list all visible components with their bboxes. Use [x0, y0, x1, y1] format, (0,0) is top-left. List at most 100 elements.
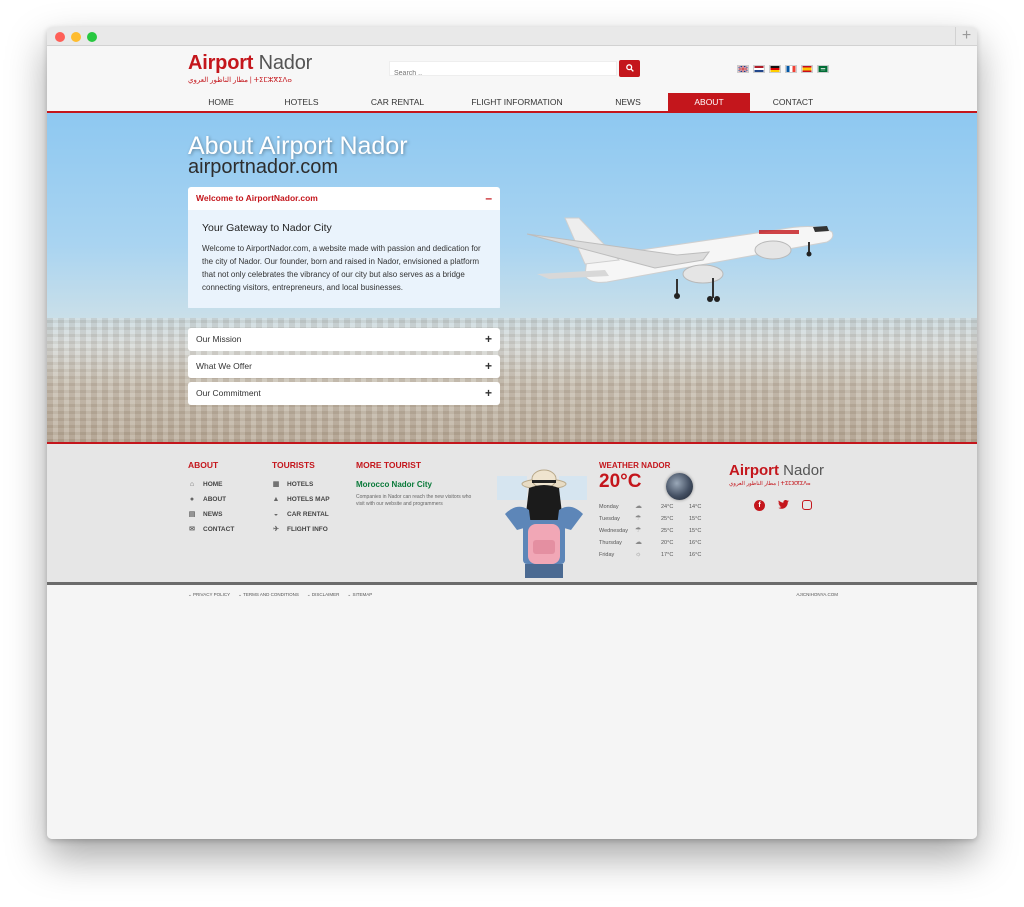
legal-link-label: DISCLAIMER — [311, 592, 340, 597]
accordion-what-we-offer[interactable]: What We Offer + — [188, 355, 500, 378]
newspaper-icon: ▤ — [188, 511, 196, 518]
footer-link-news[interactable]: ▤ NEWS — [188, 510, 234, 525]
nav-item-home[interactable]: HOME — [188, 93, 254, 111]
footer-tourists-column: TOURISTS ▦ HOTELS ▲ HOTELS MAP ◒ CAR RENTAL… — [272, 460, 330, 540]
flag-sa-icon[interactable] — [817, 65, 829, 73]
footer-link-hotels[interactable]: ▦ HOTELS — [272, 480, 330, 495]
nav-item-flight-information[interactable]: FLIGHT INFORMATION — [446, 93, 588, 111]
footer-link-home[interactable]: ⌂ HOME — [188, 480, 234, 495]
footer-link-flight-info[interactable]: ✈ FLIGHT INFO — [272, 525, 330, 540]
footer-link-hotels-map[interactable]: ▲ HOTELS MAP — [272, 495, 330, 510]
flag-de-icon[interactable] — [769, 65, 781, 73]
flag-uk-icon[interactable] — [737, 65, 749, 73]
weather-title: WEATHER NADOR — [599, 461, 671, 470]
nav-item-hotels[interactable]: HOTELS — [254, 93, 349, 111]
privacy-policy-link[interactable]: ⌄ PRIVACY POLICY — [188, 592, 230, 598]
map-icon: ▲ — [272, 496, 280, 503]
forecast-high: 20°C — [661, 540, 674, 546]
nav-item-news[interactable]: NEWS — [588, 93, 668, 111]
flag-fr-icon[interactable] — [785, 65, 797, 73]
forecast-high: 17°C — [661, 552, 674, 558]
close-window-button[interactable] — [55, 32, 65, 42]
city-background — [47, 318, 977, 442]
hero-section: About Airport Nador airportnador.com Wel… — [47, 113, 977, 442]
forecast-day: Wednesday — [599, 528, 628, 534]
legal-bar: ⌄ PRIVACY POLICY ⌄ TERMS AND CONDITIONS … — [188, 592, 838, 602]
accordion-body-welcome: Your Gateway to Nador City Welcome to Ai… — [188, 210, 500, 308]
browser-window: + Airport Nador مطار الناظور العروي | ⵜⵉ… — [47, 27, 977, 839]
forecast-day: Tuesday — [599, 516, 620, 522]
accordion-header-welcome[interactable]: Welcome to AirportNador.com – — [188, 187, 500, 210]
nav-item-about[interactable]: ABOUT — [668, 93, 750, 111]
car-icon: ◒ — [273, 511, 279, 518]
forecast-high: 25°C — [661, 528, 674, 534]
accordion-welcome: Welcome to AirportNador.com – Your Gatew… — [188, 187, 500, 308]
weather-globe-icon — [666, 473, 693, 500]
footer-link-contact[interactable]: ✉ CONTACT — [188, 525, 234, 540]
accordion-label: Our Mission — [196, 334, 242, 344]
footer-logo[interactable]: Airport Nador مطار الناظور العروي | ⵜⵉⵎⵣ… — [729, 462, 824, 487]
forecast-row: Friday ☼ 17°C 16°C — [599, 549, 709, 561]
cloud-icon: ☁ — [635, 539, 642, 546]
footer-link-label: HOTELS MAP — [287, 496, 330, 503]
flag-nl-icon[interactable] — [753, 65, 765, 73]
footer-link-about[interactable]: ● ABOUT — [188, 495, 234, 510]
plane-icon: ✈ — [273, 526, 279, 533]
accordion-label: Our Commitment — [196, 388, 261, 398]
home-icon: ⌂ — [189, 481, 195, 488]
search-button[interactable] — [619, 60, 640, 77]
forecast-high: 24°C — [661, 504, 674, 510]
page: Airport Nador مطار الناظور العروي | ⵜⵉⵎⵣ… — [47, 46, 977, 839]
instagram-icon[interactable] — [802, 500, 812, 510]
accordion-label: Welcome to AirportNador.com — [196, 193, 318, 203]
disclaimer-link[interactable]: ⌄ DISCLAIMER — [307, 592, 340, 598]
legal-link-label: SITEMAP — [352, 592, 373, 597]
envelope-icon: ✉ — [189, 526, 195, 533]
facebook-icon[interactable]: f — [754, 500, 765, 511]
footer-tourists-title: TOURISTS — [272, 460, 315, 470]
footer-bottom-divider — [47, 582, 977, 585]
forecast-low: 16°C — [689, 540, 702, 546]
forecast-row: Monday ☁ 24°C 14°C — [599, 501, 709, 513]
flag-es-icon[interactable] — [801, 65, 813, 73]
footer-more-subtitle[interactable]: Morocco Nador City — [356, 480, 481, 489]
search-input[interactable] — [390, 67, 616, 80]
sitemap-link[interactable]: ⌄ SITEMAP — [347, 592, 372, 598]
footer-link-label: HOME — [203, 481, 223, 488]
sun-icon: ☼ — [635, 551, 642, 558]
weather-widget: WEATHER NADOR 20°C Monday ☁ 24°C 14°C Tuesd… — [599, 461, 709, 561]
forecast-high: 25°C — [661, 516, 674, 522]
plus-icon: + — [484, 359, 492, 373]
nav-item-car-rental[interactable]: CAR RENTAL — [349, 93, 446, 111]
maximize-window-button[interactable] — [87, 32, 97, 42]
copyright-text[interactable]: AJICNIHONYA.COM — [796, 592, 838, 597]
twitter-icon[interactable] — [778, 499, 789, 511]
footer-link-car-rental[interactable]: ◒ CAR RENTAL — [272, 510, 330, 525]
new-tab-button[interactable]: + — [955, 27, 977, 46]
airplane-image — [527, 217, 834, 302]
accordion-our-commitment[interactable]: Our Commitment + — [188, 382, 500, 405]
footer-more-title: MORE TOURIST — [356, 460, 422, 470]
minus-icon: – — [485, 191, 492, 205]
accordion-our-mission[interactable]: Our Mission + — [188, 328, 500, 351]
footer-link-label: FLIGHT INFO — [287, 526, 328, 533]
logo-text-accent: Nador — [258, 52, 313, 74]
footer-link-label: HOTELS — [287, 481, 314, 488]
footer-link-label: NEWS — [203, 511, 223, 518]
search-icon — [625, 64, 634, 72]
forecast-low: 16°C — [689, 552, 702, 558]
footer-about-title: ABOUT — [188, 460, 219, 470]
footer-logo-accent: Nador — [783, 462, 825, 479]
language-flags — [737, 65, 829, 73]
nav-item-contact[interactable]: CONTACT — [750, 93, 836, 111]
main-nav: HOME HOTELS CAR RENTAL FLIGHT INFORMATIO… — [188, 93, 836, 111]
building-icon: ▦ — [272, 481, 280, 488]
forecast-day: Monday — [599, 504, 619, 510]
terms-link[interactable]: ⌄ TERMS AND CONDITIONS — [238, 592, 299, 598]
footer-link-label: CONTACT — [203, 526, 235, 533]
browser-titlebar: + — [47, 27, 977, 46]
minimize-window-button[interactable] — [71, 32, 81, 42]
site-logo[interactable]: Airport Nador مطار الناظور العروي | ⵜⵉⵎⵣ… — [188, 52, 312, 84]
forecast-low: 15°C — [689, 528, 702, 534]
footer-more-text: Companies in Nador can reach the new vis… — [356, 494, 472, 507]
